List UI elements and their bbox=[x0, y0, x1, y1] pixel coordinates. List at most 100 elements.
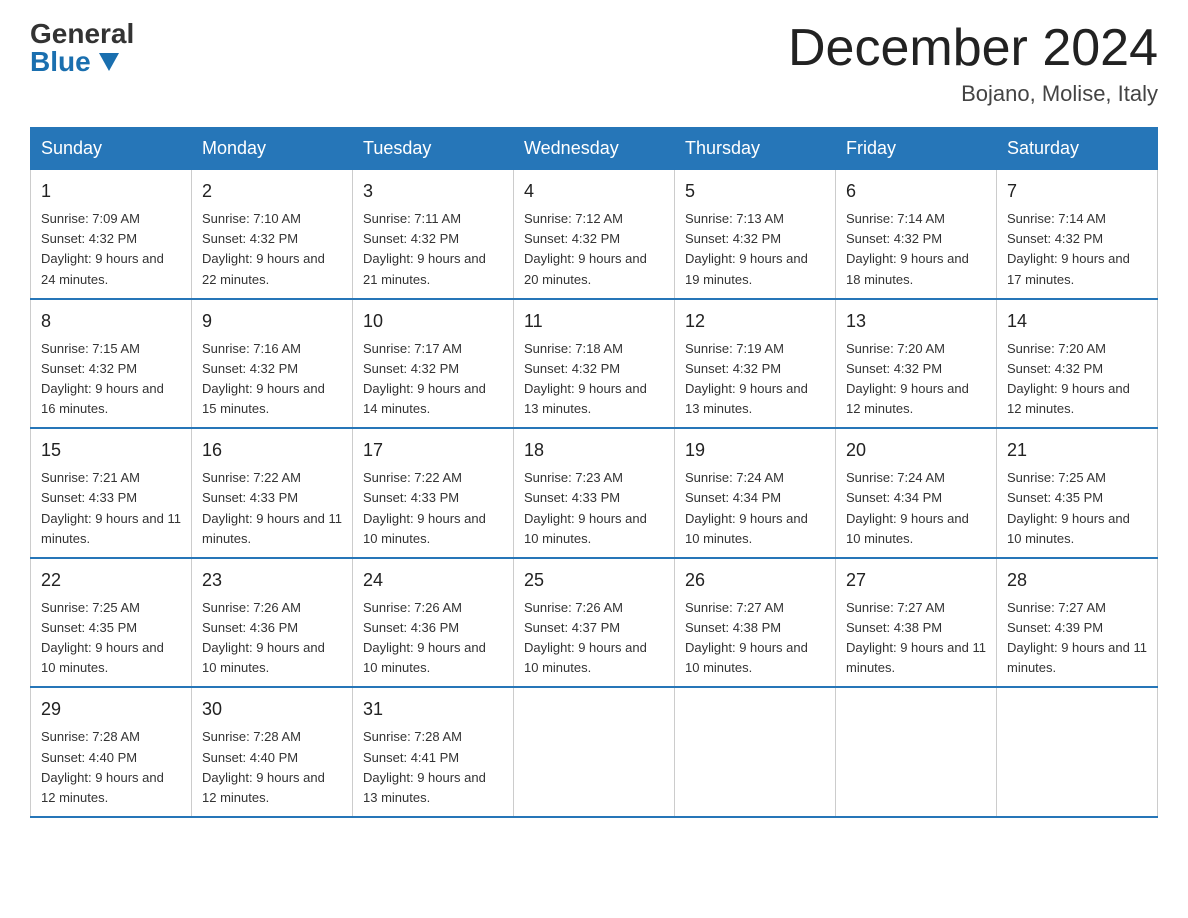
logo-blue-text: Blue bbox=[30, 48, 119, 76]
day-info: Sunrise: 7:27 AMSunset: 4:39 PMDaylight:… bbox=[1007, 598, 1147, 679]
day-info: Sunrise: 7:14 AMSunset: 4:32 PMDaylight:… bbox=[1007, 209, 1147, 290]
day-number: 17 bbox=[363, 437, 503, 464]
header-day-tuesday: Tuesday bbox=[353, 128, 514, 170]
day-info: Sunrise: 7:22 AMSunset: 4:33 PMDaylight:… bbox=[363, 468, 503, 549]
day-number: 29 bbox=[41, 696, 181, 723]
day-number: 21 bbox=[1007, 437, 1147, 464]
day-number: 19 bbox=[685, 437, 825, 464]
calendar-week-4: 22 Sunrise: 7:25 AMSunset: 4:35 PMDaylig… bbox=[31, 558, 1158, 688]
day-number: 14 bbox=[1007, 308, 1147, 335]
day-number: 10 bbox=[363, 308, 503, 335]
day-number: 30 bbox=[202, 696, 342, 723]
day-info: Sunrise: 7:28 AMSunset: 4:40 PMDaylight:… bbox=[202, 727, 342, 808]
location-label: Bojano, Molise, Italy bbox=[788, 81, 1158, 107]
header-day-thursday: Thursday bbox=[675, 128, 836, 170]
calendar-week-3: 15 Sunrise: 7:21 AMSunset: 4:33 PMDaylig… bbox=[31, 428, 1158, 558]
day-number: 4 bbox=[524, 178, 664, 205]
day-info: Sunrise: 7:23 AMSunset: 4:33 PMDaylight:… bbox=[524, 468, 664, 549]
day-info: Sunrise: 7:26 AMSunset: 4:36 PMDaylight:… bbox=[202, 598, 342, 679]
day-info: Sunrise: 7:14 AMSunset: 4:32 PMDaylight:… bbox=[846, 209, 986, 290]
day-number: 7 bbox=[1007, 178, 1147, 205]
header-day-wednesday: Wednesday bbox=[514, 128, 675, 170]
day-info: Sunrise: 7:16 AMSunset: 4:32 PMDaylight:… bbox=[202, 339, 342, 420]
calendar-cell: 13 Sunrise: 7:20 AMSunset: 4:32 PMDaylig… bbox=[836, 299, 997, 429]
calendar-cell: 17 Sunrise: 7:22 AMSunset: 4:33 PMDaylig… bbox=[353, 428, 514, 558]
day-info: Sunrise: 7:25 AMSunset: 4:35 PMDaylight:… bbox=[1007, 468, 1147, 549]
day-info: Sunrise: 7:21 AMSunset: 4:33 PMDaylight:… bbox=[41, 468, 181, 549]
day-info: Sunrise: 7:19 AMSunset: 4:32 PMDaylight:… bbox=[685, 339, 825, 420]
day-number: 8 bbox=[41, 308, 181, 335]
day-number: 9 bbox=[202, 308, 342, 335]
day-number: 25 bbox=[524, 567, 664, 594]
day-info: Sunrise: 7:12 AMSunset: 4:32 PMDaylight:… bbox=[524, 209, 664, 290]
day-number: 27 bbox=[846, 567, 986, 594]
day-number: 1 bbox=[41, 178, 181, 205]
day-number: 22 bbox=[41, 567, 181, 594]
calendar-cell: 31 Sunrise: 7:28 AMSunset: 4:41 PMDaylig… bbox=[353, 687, 514, 817]
calendar-cell: 5 Sunrise: 7:13 AMSunset: 4:32 PMDayligh… bbox=[675, 170, 836, 299]
calendar-cell: 14 Sunrise: 7:20 AMSunset: 4:32 PMDaylig… bbox=[997, 299, 1158, 429]
day-info: Sunrise: 7:11 AMSunset: 4:32 PMDaylight:… bbox=[363, 209, 503, 290]
calendar-cell: 3 Sunrise: 7:11 AMSunset: 4:32 PMDayligh… bbox=[353, 170, 514, 299]
calendar-cell bbox=[514, 687, 675, 817]
calendar-cell: 4 Sunrise: 7:12 AMSunset: 4:32 PMDayligh… bbox=[514, 170, 675, 299]
calendar-cell: 11 Sunrise: 7:18 AMSunset: 4:32 PMDaylig… bbox=[514, 299, 675, 429]
day-number: 26 bbox=[685, 567, 825, 594]
header-day-monday: Monday bbox=[192, 128, 353, 170]
day-number: 11 bbox=[524, 308, 664, 335]
day-info: Sunrise: 7:22 AMSunset: 4:33 PMDaylight:… bbox=[202, 468, 342, 549]
logo: General Blue bbox=[30, 20, 134, 76]
header-day-saturday: Saturday bbox=[997, 128, 1158, 170]
calendar-cell: 20 Sunrise: 7:24 AMSunset: 4:34 PMDaylig… bbox=[836, 428, 997, 558]
day-info: Sunrise: 7:10 AMSunset: 4:32 PMDaylight:… bbox=[202, 209, 342, 290]
day-info: Sunrise: 7:09 AMSunset: 4:32 PMDaylight:… bbox=[41, 209, 181, 290]
calendar-cell: 26 Sunrise: 7:27 AMSunset: 4:38 PMDaylig… bbox=[675, 558, 836, 688]
day-info: Sunrise: 7:24 AMSunset: 4:34 PMDaylight:… bbox=[846, 468, 986, 549]
day-number: 13 bbox=[846, 308, 986, 335]
calendar-cell: 29 Sunrise: 7:28 AMSunset: 4:40 PMDaylig… bbox=[31, 687, 192, 817]
title-section: December 2024 Bojano, Molise, Italy bbox=[788, 20, 1158, 107]
calendar-cell: 19 Sunrise: 7:24 AMSunset: 4:34 PMDaylig… bbox=[675, 428, 836, 558]
calendar-cell: 8 Sunrise: 7:15 AMSunset: 4:32 PMDayligh… bbox=[31, 299, 192, 429]
calendar-cell bbox=[836, 687, 997, 817]
calendar-week-5: 29 Sunrise: 7:28 AMSunset: 4:40 PMDaylig… bbox=[31, 687, 1158, 817]
day-number: 2 bbox=[202, 178, 342, 205]
calendar-cell: 16 Sunrise: 7:22 AMSunset: 4:33 PMDaylig… bbox=[192, 428, 353, 558]
day-info: Sunrise: 7:27 AMSunset: 4:38 PMDaylight:… bbox=[846, 598, 986, 679]
day-number: 6 bbox=[846, 178, 986, 205]
calendar-cell: 18 Sunrise: 7:23 AMSunset: 4:33 PMDaylig… bbox=[514, 428, 675, 558]
day-info: Sunrise: 7:28 AMSunset: 4:41 PMDaylight:… bbox=[363, 727, 503, 808]
day-number: 28 bbox=[1007, 567, 1147, 594]
calendar-cell: 24 Sunrise: 7:26 AMSunset: 4:36 PMDaylig… bbox=[353, 558, 514, 688]
logo-general-text: General bbox=[30, 20, 134, 48]
day-info: Sunrise: 7:25 AMSunset: 4:35 PMDaylight:… bbox=[41, 598, 181, 679]
calendar-cell: 23 Sunrise: 7:26 AMSunset: 4:36 PMDaylig… bbox=[192, 558, 353, 688]
calendar-cell: 6 Sunrise: 7:14 AMSunset: 4:32 PMDayligh… bbox=[836, 170, 997, 299]
page-header: General Blue December 2024 Bojano, Molis… bbox=[30, 20, 1158, 107]
calendar-cell bbox=[675, 687, 836, 817]
day-info: Sunrise: 7:20 AMSunset: 4:32 PMDaylight:… bbox=[846, 339, 986, 420]
day-info: Sunrise: 7:17 AMSunset: 4:32 PMDaylight:… bbox=[363, 339, 503, 420]
day-number: 18 bbox=[524, 437, 664, 464]
day-info: Sunrise: 7:15 AMSunset: 4:32 PMDaylight:… bbox=[41, 339, 181, 420]
logo-triangle-icon bbox=[99, 53, 119, 71]
day-number: 5 bbox=[685, 178, 825, 205]
calendar-table: SundayMondayTuesdayWednesdayThursdayFrid… bbox=[30, 127, 1158, 818]
calendar-cell: 27 Sunrise: 7:27 AMSunset: 4:38 PMDaylig… bbox=[836, 558, 997, 688]
calendar-week-1: 1 Sunrise: 7:09 AMSunset: 4:32 PMDayligh… bbox=[31, 170, 1158, 299]
calendar-week-2: 8 Sunrise: 7:15 AMSunset: 4:32 PMDayligh… bbox=[31, 299, 1158, 429]
day-number: 3 bbox=[363, 178, 503, 205]
day-info: Sunrise: 7:27 AMSunset: 4:38 PMDaylight:… bbox=[685, 598, 825, 679]
calendar-cell: 9 Sunrise: 7:16 AMSunset: 4:32 PMDayligh… bbox=[192, 299, 353, 429]
day-number: 31 bbox=[363, 696, 503, 723]
day-info: Sunrise: 7:24 AMSunset: 4:34 PMDaylight:… bbox=[685, 468, 825, 549]
day-info: Sunrise: 7:20 AMSunset: 4:32 PMDaylight:… bbox=[1007, 339, 1147, 420]
day-info: Sunrise: 7:18 AMSunset: 4:32 PMDaylight:… bbox=[524, 339, 664, 420]
calendar-cell: 2 Sunrise: 7:10 AMSunset: 4:32 PMDayligh… bbox=[192, 170, 353, 299]
day-number: 15 bbox=[41, 437, 181, 464]
calendar-cell: 1 Sunrise: 7:09 AMSunset: 4:32 PMDayligh… bbox=[31, 170, 192, 299]
day-info: Sunrise: 7:26 AMSunset: 4:36 PMDaylight:… bbox=[363, 598, 503, 679]
day-number: 24 bbox=[363, 567, 503, 594]
calendar-cell: 7 Sunrise: 7:14 AMSunset: 4:32 PMDayligh… bbox=[997, 170, 1158, 299]
day-info: Sunrise: 7:13 AMSunset: 4:32 PMDaylight:… bbox=[685, 209, 825, 290]
